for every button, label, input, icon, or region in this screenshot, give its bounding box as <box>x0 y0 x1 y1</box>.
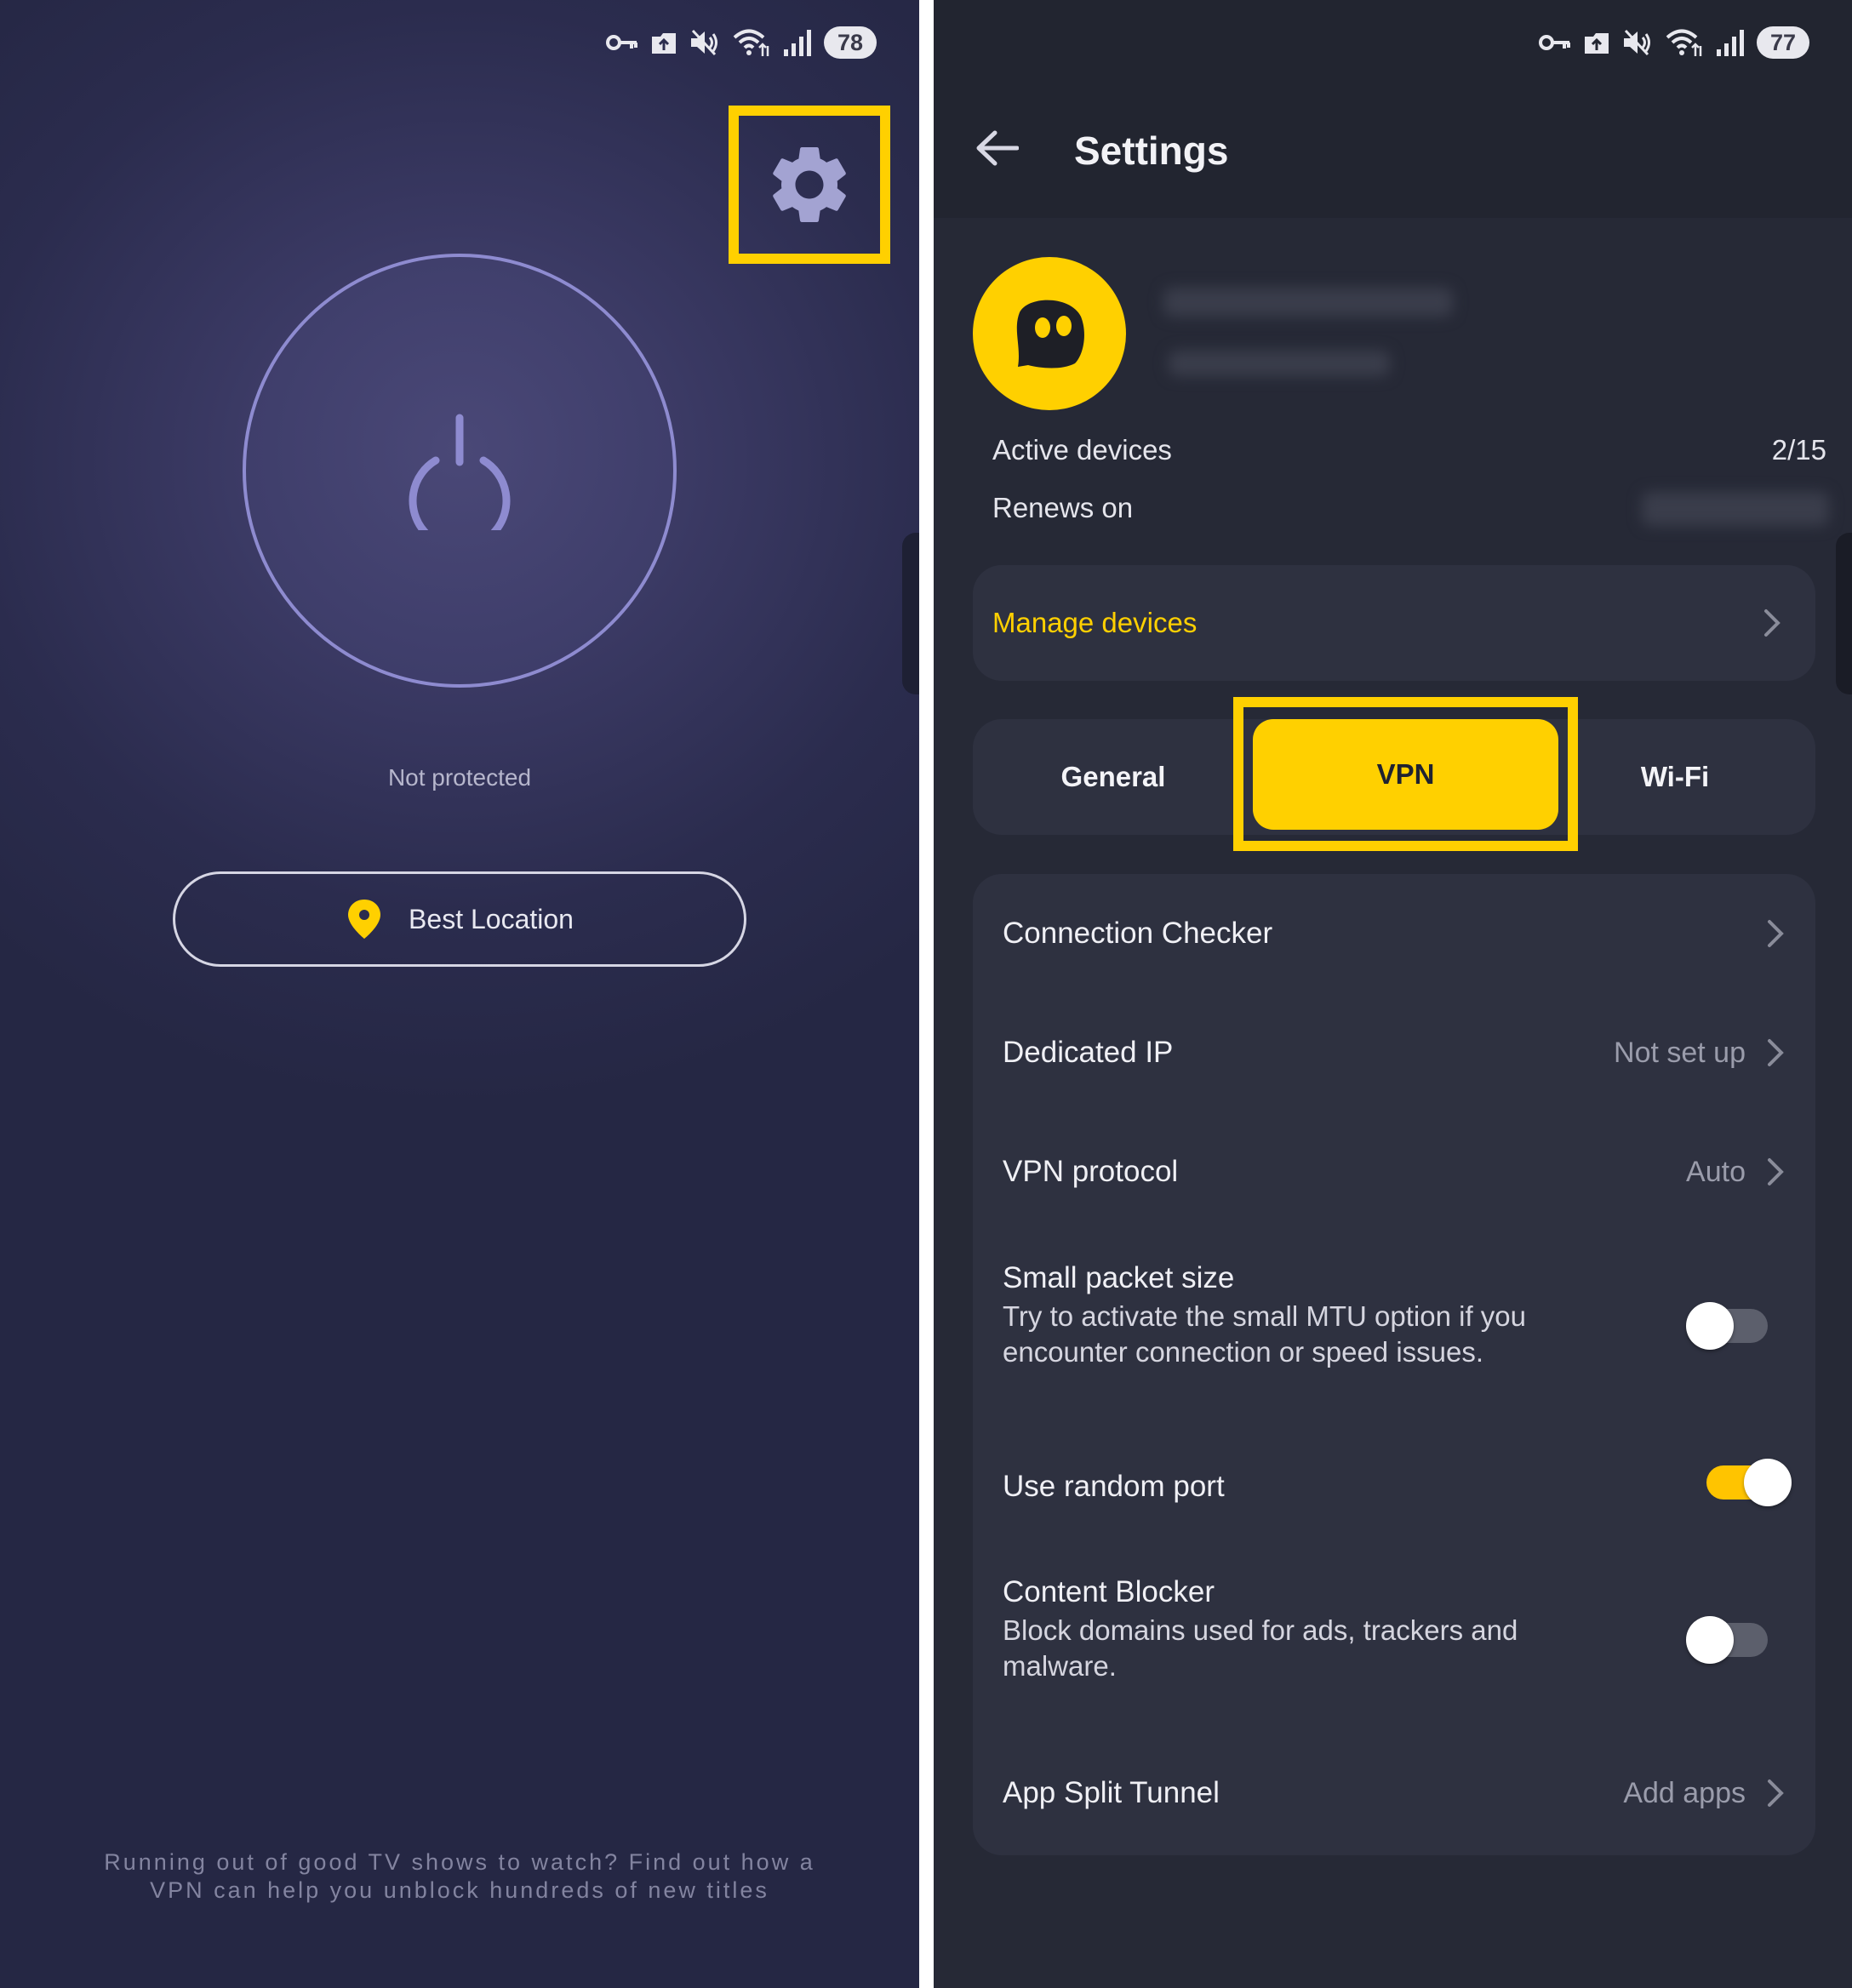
signal-icon <box>784 30 811 56</box>
page-title: Settings <box>1074 129 1229 173</box>
home-screen: 78 Not protected Best Location Running o… <box>0 0 919 1988</box>
vpn-protocol-row[interactable]: VPN protocol Auto <box>973 1112 1815 1231</box>
dedicated-ip-label: Dedicated IP <box>1003 1036 1174 1069</box>
vpn-protocol-label: VPN protocol <box>1003 1155 1179 1188</box>
chevron-right-icon <box>1764 609 1781 637</box>
manage-devices-button[interactable]: Manage devices <box>973 565 1815 681</box>
tab-general[interactable]: General <box>973 719 1254 835</box>
random-port-toggle[interactable] <box>1706 1459 1792 1506</box>
vpn-key-icon <box>1539 35 1570 50</box>
connect-power-button[interactable] <box>243 254 677 688</box>
location-pin-icon <box>348 900 381 939</box>
mute-icon <box>1624 29 1650 56</box>
wifi-icon <box>1666 29 1702 56</box>
dedicated-ip-value: Not set up <box>1614 1036 1746 1069</box>
chevron-right-icon <box>1768 1158 1784 1185</box>
settings-screen: 77 Settings Active devices 2/15 Renews o… <box>934 0 1852 1988</box>
connection-status: Not protected <box>387 764 532 791</box>
side-panel-handle[interactable] <box>1836 533 1852 694</box>
small-packet-label: Small packet size <box>1003 1261 1235 1294</box>
vpn-settings-list: Connection Checker Dedicated IP Not set … <box>973 874 1815 1855</box>
location-label: Best Location <box>409 903 574 934</box>
avatar <box>973 257 1126 410</box>
small-packet-description: Try to activate the small MTU option if … <box>1003 1300 1526 1368</box>
status-bar: 78 <box>606 24 877 61</box>
random-port-label: Use random port <box>1003 1470 1225 1503</box>
small-packet-toggle[interactable] <box>1686 1302 1768 1350</box>
active-devices-value: 2/15 <box>1771 434 1826 466</box>
dedicated-ip-row[interactable]: Dedicated IP Not set up <box>973 993 1815 1112</box>
content-blocker-toggle[interactable] <box>1686 1616 1768 1664</box>
side-panel-handle[interactable] <box>902 533 919 694</box>
renews-label: Renews on <box>992 492 1134 523</box>
content-blocker-description: Block domains used for ads, trackers and… <box>1003 1614 1518 1682</box>
back-arrow-icon <box>976 130 1019 166</box>
back-button[interactable] <box>973 124 1020 172</box>
power-icon <box>409 414 511 530</box>
content-blocker-label: Content Blocker <box>1003 1575 1215 1608</box>
manage-devices-label: Manage devices <box>992 607 1198 638</box>
tab-vpn[interactable]: VPN <box>1253 719 1558 830</box>
renewal-date-redacted <box>1642 492 1829 526</box>
chevron-right-icon <box>1768 920 1784 947</box>
gear-icon <box>773 147 846 222</box>
wifi-icon <box>733 29 769 56</box>
account-plan-redacted <box>1169 351 1390 376</box>
split-tunnel-label: App Split Tunnel <box>1003 1776 1220 1809</box>
settings-button[interactable] <box>729 106 890 264</box>
account-email-redacted <box>1163 288 1453 317</box>
location-selector-button[interactable]: Best Location <box>173 871 746 967</box>
signal-icon <box>1717 30 1744 56</box>
mute-icon <box>691 29 717 56</box>
chevron-right-icon <box>1768 1039 1784 1066</box>
upload-icon <box>1585 33 1609 54</box>
split-tunnel-row[interactable]: App Split Tunnel Add apps <box>973 1734 1815 1853</box>
promo-link[interactable]: Running out of good TV shows to watch? F… <box>77 1848 843 1905</box>
battery-indicator: 78 <box>824 26 877 59</box>
split-tunnel-value: Add apps <box>1623 1776 1746 1809</box>
random-port-row: Use random port <box>973 1427 1815 1546</box>
battery-indicator: 77 <box>1757 26 1809 59</box>
upload-icon <box>652 33 676 54</box>
status-bar: 77 <box>1539 24 1809 61</box>
chevron-right-icon <box>1768 1779 1784 1807</box>
active-devices-row: Active devices 2/15 <box>992 434 1826 466</box>
connection-checker-label: Connection Checker <box>1003 917 1273 950</box>
ghost-logo-icon <box>1016 300 1084 368</box>
vpn-key-icon <box>606 35 637 50</box>
vpn-protocol-value: Auto <box>1686 1155 1746 1188</box>
active-devices-label: Active devices <box>992 434 1172 466</box>
connection-checker-row[interactable]: Connection Checker <box>973 874 1815 993</box>
